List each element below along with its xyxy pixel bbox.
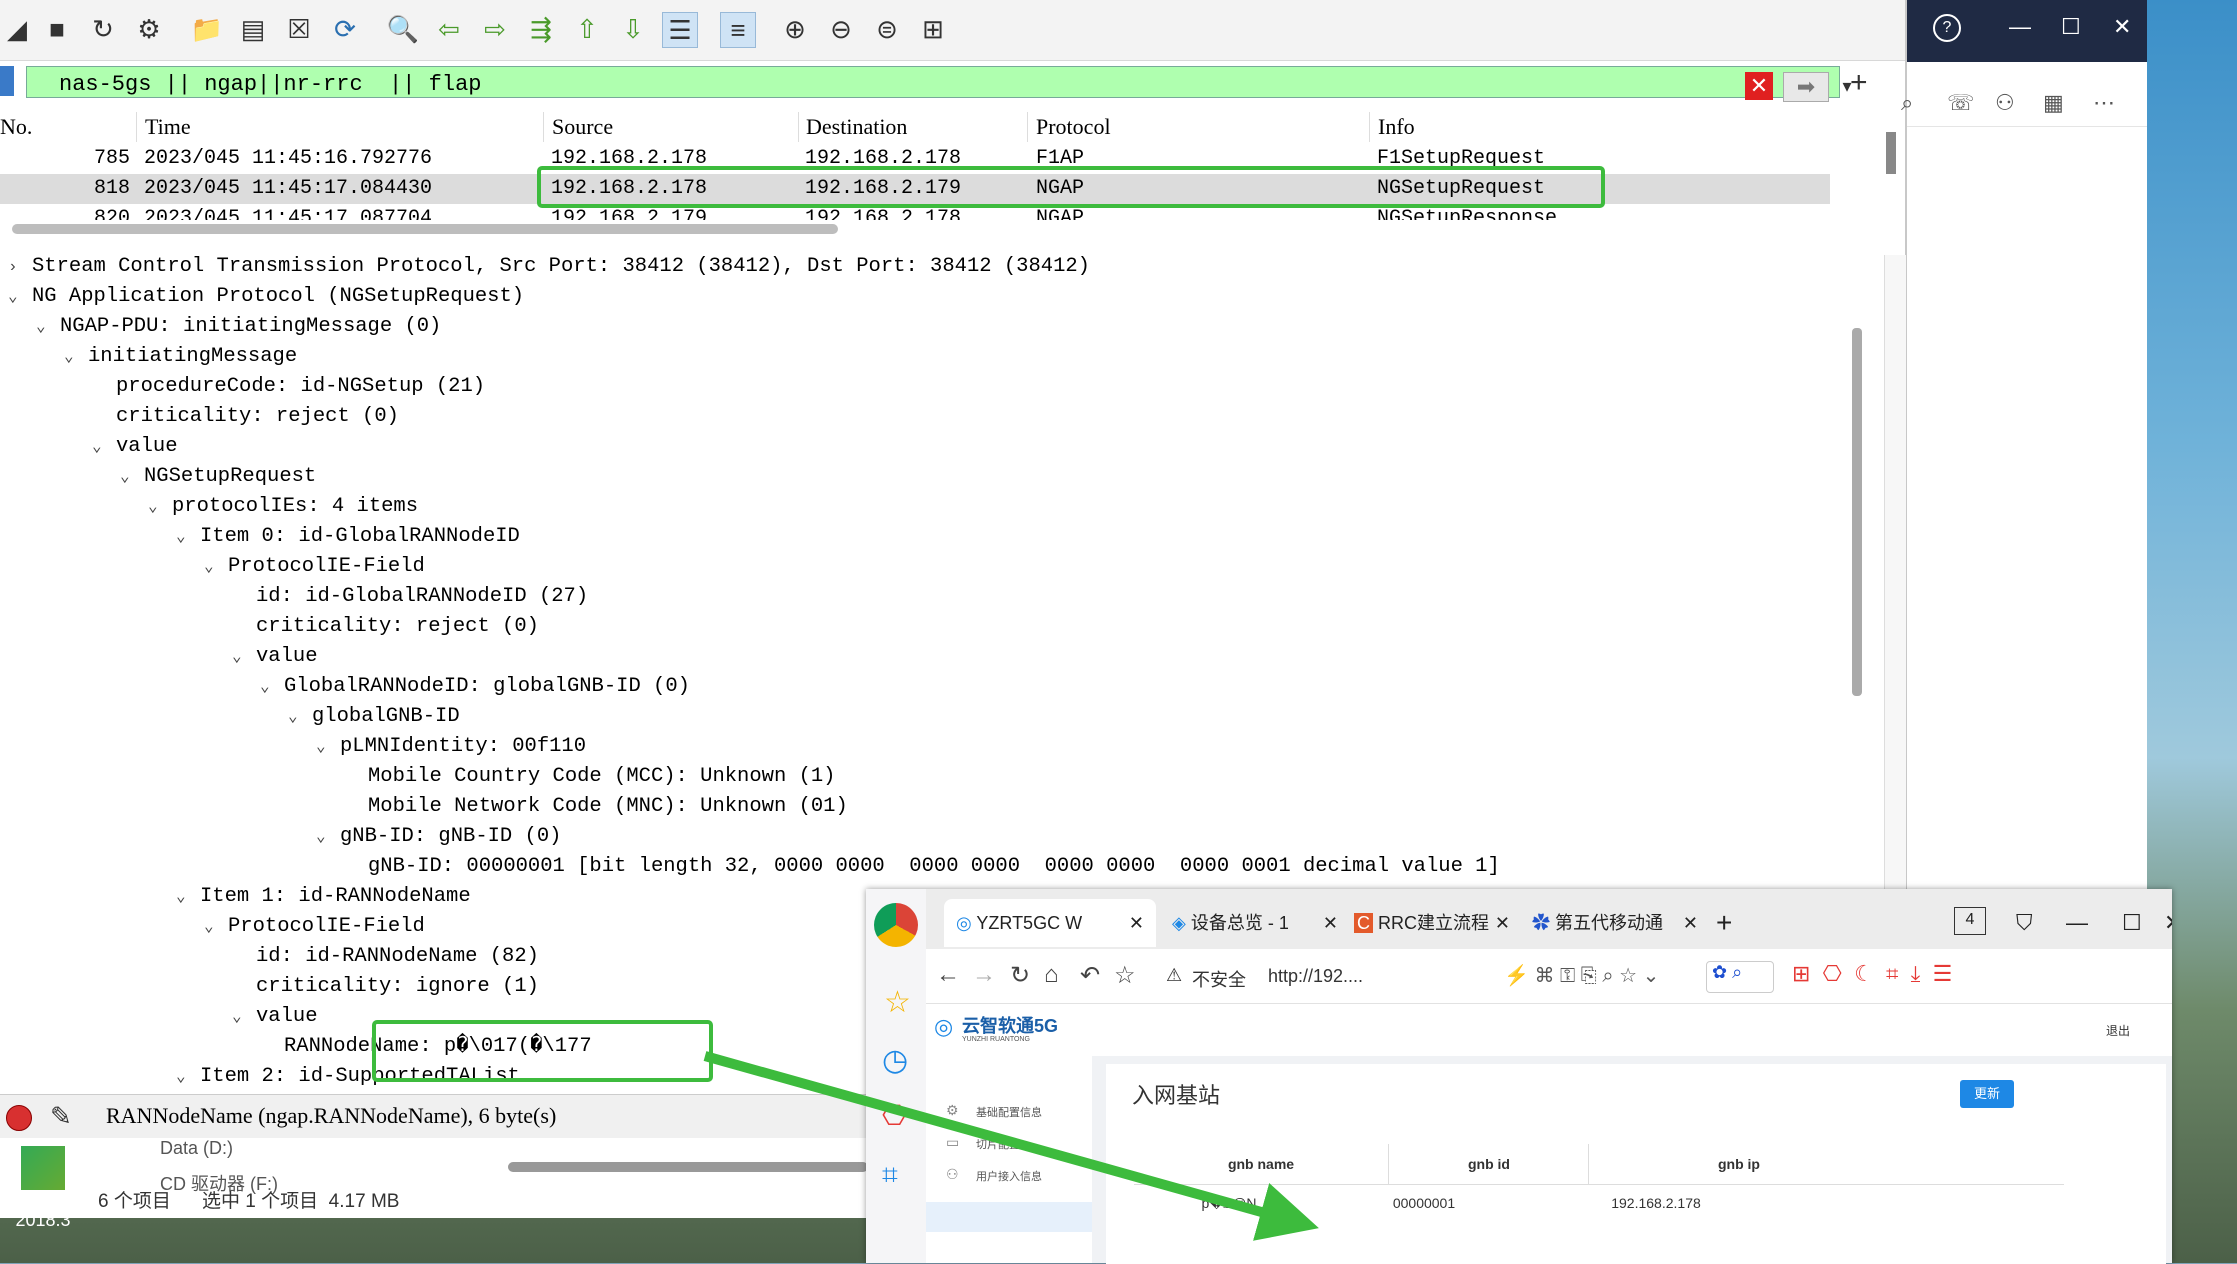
annotation-arrow bbox=[703, 1051, 1319, 1241]
arrow-line bbox=[703, 1051, 1319, 1241]
